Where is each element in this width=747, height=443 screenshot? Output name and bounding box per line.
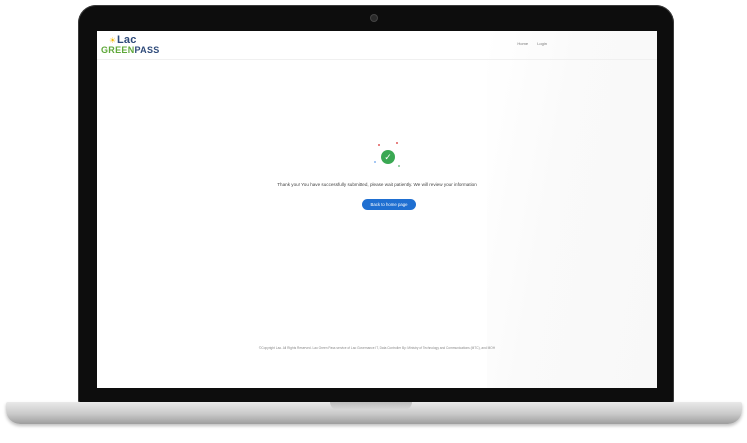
screen-glare [487,31,657,388]
nav-link-login[interactable]: Login [537,41,547,46]
confetti-dot [374,161,376,163]
confetti-dot [398,165,400,167]
camera-icon [371,15,377,21]
confetti-dot [396,142,398,144]
logo-greenpass-text: GREENPASS [101,45,160,55]
logo-pass-part: PASS [134,45,160,55]
laptop-lid: ☀ Lac GREENPASS Home Login ✓ Thank you! … [78,5,674,404]
brand-logo[interactable]: ☀ Lac GREENPASS [101,34,161,57]
confetti-dot [378,144,380,146]
sun-icon: ☀ [109,36,117,45]
back-to-home-button[interactable]: Back to home page [362,199,416,210]
logo-green-part: GREEN [101,45,135,55]
browser-screen: ☀ Lac GREENPASS Home Login ✓ Thank you! … [97,31,657,388]
success-message: Thank you! You have successfully submitt… [277,182,477,187]
footer-copyright: ©Copyright Lao. All Rights Reserved. Lao… [258,346,496,350]
laptop-base [6,402,742,424]
nav-links: Home Login [509,41,547,46]
laptop-notch [330,402,412,410]
nav-link-home[interactable]: Home [517,41,528,46]
top-navbar: ☀ Lac GREENPASS Home Login [97,31,657,60]
check-circle-icon: ✓ [381,150,395,164]
